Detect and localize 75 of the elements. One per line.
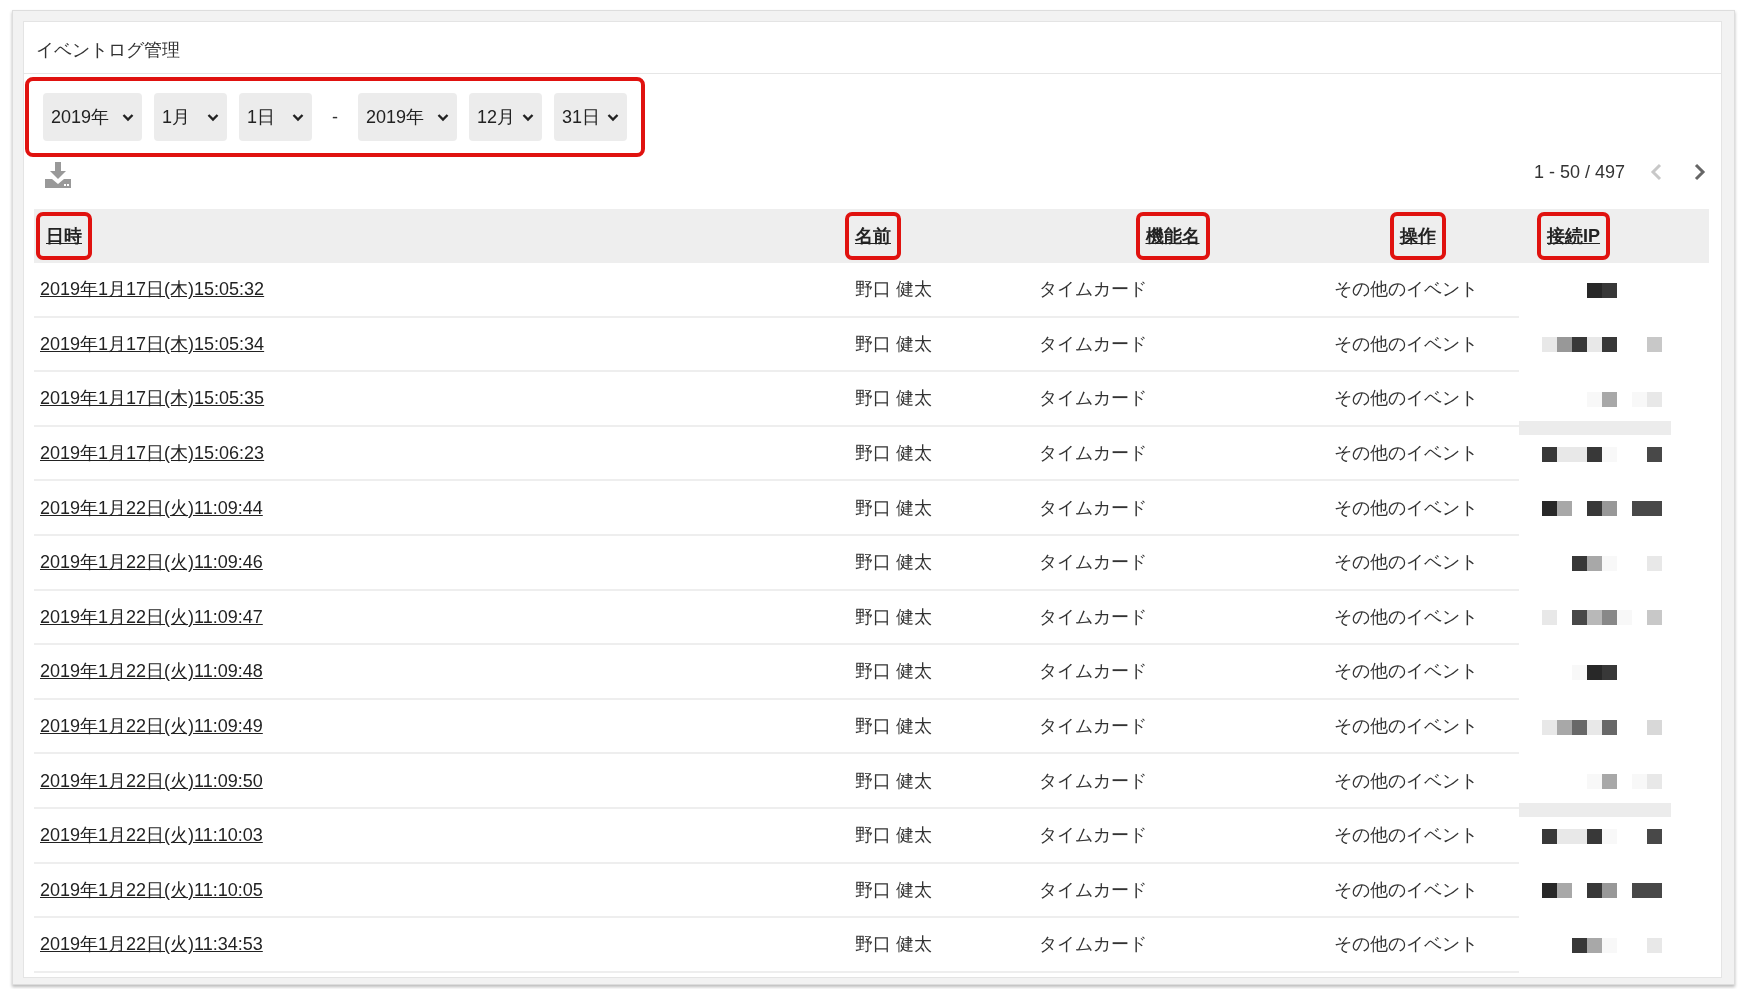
function-cell-text: タイムカード xyxy=(1039,442,1147,466)
caret-icon xyxy=(292,112,304,122)
datetime-link[interactable]: 2019年1月22日(火)11:09:48 xyxy=(40,659,263,684)
year-select[interactable]: 2019年 xyxy=(43,93,142,141)
datetime-link[interactable]: 2019年1月22日(火)11:34:53 xyxy=(40,932,263,957)
function-cell-text: タイムカード xyxy=(1039,496,1147,520)
name-cell-text: 野口 健太 xyxy=(855,442,932,466)
datetime-link[interactable]: 2019年1月22日(火)11:10:05 xyxy=(40,877,263,902)
function-cell-text: タイムカード xyxy=(1039,278,1147,302)
function-cell-text: タイムカード xyxy=(1039,660,1147,684)
datetime-link[interactable]: 2019年1月22日(火)11:09:44 xyxy=(40,495,263,520)
pagination-range: 1 - 50 / 497 xyxy=(1533,161,1625,183)
month-select[interactable]: 12月 xyxy=(469,93,542,141)
datetime-link[interactable]: 2019年1月17日(木)15:05:34 xyxy=(40,331,265,356)
function-cell-text: タイムカード xyxy=(1039,769,1147,793)
function-cell-text: タイムカード xyxy=(1039,605,1147,629)
operation-cell-text: その他のイベント xyxy=(1334,605,1478,629)
operation-cell-text: その他のイベント xyxy=(1334,933,1478,957)
function-cell-text: タイムカード xyxy=(1039,933,1147,957)
operation-cell-text: その他のイベント xyxy=(1334,496,1478,520)
range-separator: - xyxy=(331,106,339,128)
operation-cell-text: その他のイベント xyxy=(1334,278,1478,302)
caret-icon xyxy=(122,112,134,122)
panel-title: イベントログ管理 xyxy=(24,22,1721,74)
function-cell-text: タイムカード xyxy=(1039,715,1147,739)
name-cell-text: 野口 健太 xyxy=(855,605,932,629)
name-cell-text: 野口 健太 xyxy=(855,660,932,684)
day-select[interactable]: 31日 xyxy=(554,93,627,141)
datetime-link[interactable]: 2019年1月22日(火)11:10:03 xyxy=(40,823,263,848)
datetime-link[interactable]: 2019年1月22日(火)11:09:46 xyxy=(40,550,263,575)
name-cell-text: 野口 健太 xyxy=(855,715,932,739)
name-cell-text: 野口 健太 xyxy=(855,496,932,520)
caret-icon xyxy=(437,112,449,122)
datetime-link[interactable]: 2019年1月22日(火)11:09:49 xyxy=(40,714,263,739)
name-cell-text: 野口 健太 xyxy=(855,387,932,411)
day-select[interactable]: 1日 xyxy=(239,93,312,141)
datetime-link[interactable]: 2019年1月17日(木)15:06:23 xyxy=(40,441,265,466)
function-cell-text: タイムカード xyxy=(1039,332,1147,356)
operation-cell-text: その他のイベント xyxy=(1334,442,1478,466)
name-cell-text: 野口 健太 xyxy=(855,278,932,302)
datetime-link[interactable]: 2019年1月22日(火)11:09:47 xyxy=(40,604,263,629)
operation-cell-text: その他のイベント xyxy=(1334,387,1478,411)
function-cell-text: タイムカード xyxy=(1039,878,1147,902)
name-cell-text: 野口 健太 xyxy=(855,551,932,575)
column-header[interactable]: 操作 xyxy=(1389,212,1446,260)
column-header[interactable]: 日時 xyxy=(36,212,92,260)
operation-cell-text: その他のイベント xyxy=(1334,551,1478,575)
download-icon[interactable] xyxy=(44,161,72,189)
datetime-link[interactable]: 2019年1月17日(木)15:05:32 xyxy=(40,277,265,302)
operation-cell-text: その他のイベント xyxy=(1334,878,1478,902)
operation-cell-text: その他のイベント xyxy=(1334,769,1478,793)
column-header[interactable]: 名前 xyxy=(845,212,901,260)
operation-cell-text: その他のイベント xyxy=(1334,660,1478,684)
name-cell-text: 野口 健太 xyxy=(855,769,932,793)
function-cell-text: タイムカード xyxy=(1039,824,1147,848)
year-select[interactable]: 2019年 xyxy=(358,93,457,141)
mosaic-drawing xyxy=(1571,664,1617,680)
caret-icon xyxy=(607,112,619,122)
month-select[interactable]: 1月 xyxy=(154,93,227,141)
operation-cell-text: その他のイベント xyxy=(1334,715,1478,739)
name-cell-text: 野口 健太 xyxy=(855,332,932,356)
datetime-link[interactable]: 2019年1月22日(火)11:09:50 xyxy=(40,768,263,793)
operation-cell-text: その他のイベント xyxy=(1334,332,1478,356)
function-cell-text: タイムカード xyxy=(1039,551,1147,575)
caret-icon xyxy=(207,112,219,122)
name-cell-text: 野口 健太 xyxy=(855,824,932,848)
mosaic-drawing xyxy=(1586,282,1617,298)
operation-cell-text: その他のイベント xyxy=(1334,824,1478,848)
name-cell-text: 野口 健太 xyxy=(855,933,932,957)
caret-icon xyxy=(522,112,534,122)
datetime-link[interactable]: 2019年1月17日(木)15:05:35 xyxy=(40,386,265,411)
column-header[interactable]: 機能名 xyxy=(1135,212,1210,260)
name-cell-text: 野口 健太 xyxy=(855,878,932,902)
function-cell-text: タイムカード xyxy=(1039,387,1147,411)
column-header[interactable]: 接続IP xyxy=(1537,212,1610,260)
